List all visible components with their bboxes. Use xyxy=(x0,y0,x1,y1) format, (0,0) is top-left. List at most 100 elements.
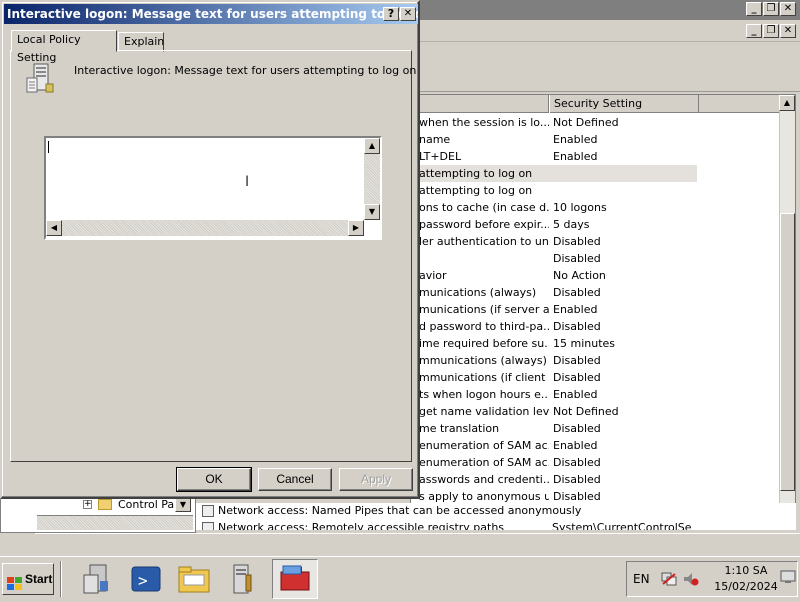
show-desktop-icon[interactable] xyxy=(780,569,796,585)
expand-icon[interactable]: + xyxy=(83,500,92,509)
scroll-down-icon[interactable]: ▼ xyxy=(364,204,380,220)
explorer-folder-icon[interactable] xyxy=(174,561,214,597)
message-text-field[interactable]: I ▲ ▼ ◀ ▶ xyxy=(44,136,382,240)
table-row[interactable]: me translation Disabled xyxy=(411,420,783,437)
table-row[interactable]: enumeration of SAM ac... Enabled xyxy=(411,437,783,454)
policy-name: password before expir... xyxy=(419,218,549,231)
windows-logo-icon xyxy=(7,572,23,590)
table-row[interactable]: mmunications (always) Disabled xyxy=(411,352,783,369)
policy-setting: Enabled xyxy=(553,388,598,401)
tab-local-policy-setting[interactable]: Local Policy Setting xyxy=(11,30,117,64)
volume-muted-icon[interactable] xyxy=(683,572,699,586)
apply-button[interactable]: Apply xyxy=(339,468,413,491)
policy-name: d password to third-pa... xyxy=(419,320,549,333)
table-row[interactable]: ler authentication to un... Disabled xyxy=(411,233,783,250)
clock-time[interactable]: 1:10 SA xyxy=(711,564,781,577)
text-caret xyxy=(48,141,49,153)
table-row[interactable]: ts when logon hours e... Enabled xyxy=(411,386,783,403)
table-row[interactable]: password before expir... 5 days xyxy=(411,216,783,233)
policy-setting: Disabled xyxy=(553,286,601,299)
system-tray: EN 1:10 SA 15/02/2024 xyxy=(626,561,798,597)
table-row[interactable]: munications (if server a... Enabled xyxy=(411,301,783,318)
cancel-button[interactable]: Cancel xyxy=(258,468,332,491)
tab-panel xyxy=(10,50,412,462)
table-row[interactable]: Disabled xyxy=(411,250,783,267)
policy-setting: Enabled xyxy=(553,303,598,316)
message-vertical-scrollbar[interactable]: ▲ ▼ xyxy=(364,138,380,220)
table-row[interactable]: mmunications (if client a... Disabled xyxy=(411,369,783,386)
powershell-icon[interactable]: > xyxy=(126,561,166,597)
policy-column-header[interactable] xyxy=(411,95,549,113)
tab-explain[interactable]: Explain xyxy=(118,32,164,52)
policy-setting: Disabled xyxy=(553,473,601,486)
table-row[interactable]: attempting to log on xyxy=(411,165,697,182)
policy-icon xyxy=(202,522,214,530)
table-row[interactable]: avior No Action xyxy=(411,267,783,284)
table-row[interactable]: ime required before su... 15 minutes xyxy=(411,335,783,352)
list-vertical-scrollbar[interactable]: ▲ ▼ xyxy=(779,95,795,529)
table-row[interactable]: ons to cache (in case d... 10 logons xyxy=(411,199,783,216)
server-manager-icon[interactable] xyxy=(78,561,118,597)
ok-button[interactable]: OK xyxy=(176,467,252,492)
list-item[interactable]: Network access: Remotely accessible regi… xyxy=(202,520,782,530)
local-security-policy-task[interactable] xyxy=(272,559,318,599)
table-row[interactable]: get name validation level Not Defined xyxy=(411,403,783,420)
close-button[interactable]: ✕ xyxy=(400,7,416,21)
language-indicator[interactable]: EN xyxy=(633,572,650,586)
list-item[interactable]: Network access: Named Pipes that can be … xyxy=(202,503,581,519)
policy-name: Network access: Remotely accessible regi… xyxy=(218,521,505,530)
scroll-up-icon[interactable]: ▲ xyxy=(779,95,795,111)
policy-properties-dialog: Interactive logon: Message text for user… xyxy=(0,0,420,499)
scroll-right-icon[interactable]: ▶ xyxy=(348,220,364,236)
mmc-minimize-button[interactable]: _ xyxy=(746,2,762,16)
security-setting-column-header[interactable]: Security Setting xyxy=(549,95,699,113)
table-row[interactable]: LT+DEL Enabled xyxy=(411,148,783,165)
table-row[interactable]: munications (always) Disabled xyxy=(411,284,783,301)
policy-name: name xyxy=(419,133,451,146)
policy-name: enumeration of SAM ac... xyxy=(419,456,549,469)
table-row[interactable]: d password to third-pa... Disabled xyxy=(411,318,783,335)
status-bar xyxy=(35,533,800,553)
help-button[interactable]: ? xyxy=(383,7,399,21)
policy-name: Network access: Named Pipes that can be … xyxy=(218,504,582,517)
policy-setting: 10 logons xyxy=(553,201,607,214)
list-scroll-thumb[interactable] xyxy=(780,213,795,491)
scroll-left-icon[interactable]: ◀ xyxy=(46,220,62,236)
scroll-up-icon[interactable]: ▲ xyxy=(364,138,380,154)
policy-list[interactable]: Security Setting when the session is lo.… xyxy=(410,94,796,530)
policy-setting: Disabled xyxy=(553,456,601,469)
mdi-minimize-button[interactable]: _ xyxy=(746,24,762,38)
start-button[interactable]: Start xyxy=(2,563,54,595)
policy-name: attempting to log on xyxy=(419,167,533,180)
mdi-restore-button[interactable]: ❐ xyxy=(763,24,779,38)
taskbar-separator xyxy=(60,561,62,597)
table-row[interactable]: when the session is lo... Not Defined xyxy=(411,114,783,131)
policy-setting: 15 minutes xyxy=(553,337,616,350)
admin-tools-icon[interactable] xyxy=(222,561,262,597)
table-row[interactable]: asswords and credenti... Disabled xyxy=(411,471,783,488)
network-icon[interactable] xyxy=(661,572,677,586)
policy-setting: Enabled xyxy=(553,150,598,163)
policy-name: munications (always) xyxy=(419,286,537,299)
policy-name: ons to cache (in case d... xyxy=(419,201,549,214)
chevron-down-icon[interactable]: ▼ xyxy=(175,498,191,512)
tree-item-control-panel[interactable]: Control Pan xyxy=(118,498,181,512)
tree-horizontal-scrollbar[interactable] xyxy=(37,515,193,530)
policy-setting: Disabled xyxy=(553,371,601,384)
policy-setting: Enabled xyxy=(553,133,598,146)
console-tree[interactable]: + Control Pan ▼ xyxy=(0,497,196,533)
policy-name: avior xyxy=(419,269,447,282)
policy-name: when the session is lo... xyxy=(419,116,549,129)
table-row[interactable]: name Enabled xyxy=(411,131,783,148)
policy-setting: 5 days xyxy=(553,218,590,231)
policy-name: asswords and credenti... xyxy=(419,473,549,486)
table-row[interactable]: enumeration of SAM ac... Disabled xyxy=(411,454,783,471)
message-horizontal-scrollbar[interactable]: ◀ ▶ xyxy=(46,220,364,236)
policy-name: me translation xyxy=(419,422,500,435)
mmc-close-button[interactable]: ✕ xyxy=(780,2,796,16)
clock-date[interactable]: 15/02/2024 xyxy=(705,580,787,593)
mdi-close-button[interactable]: ✕ xyxy=(780,24,796,38)
dialog-title: Interactive logon: Message text for user… xyxy=(7,7,418,21)
table-row[interactable]: attempting to log on xyxy=(411,182,783,199)
mmc-restore-button[interactable]: ❐ xyxy=(763,2,779,16)
